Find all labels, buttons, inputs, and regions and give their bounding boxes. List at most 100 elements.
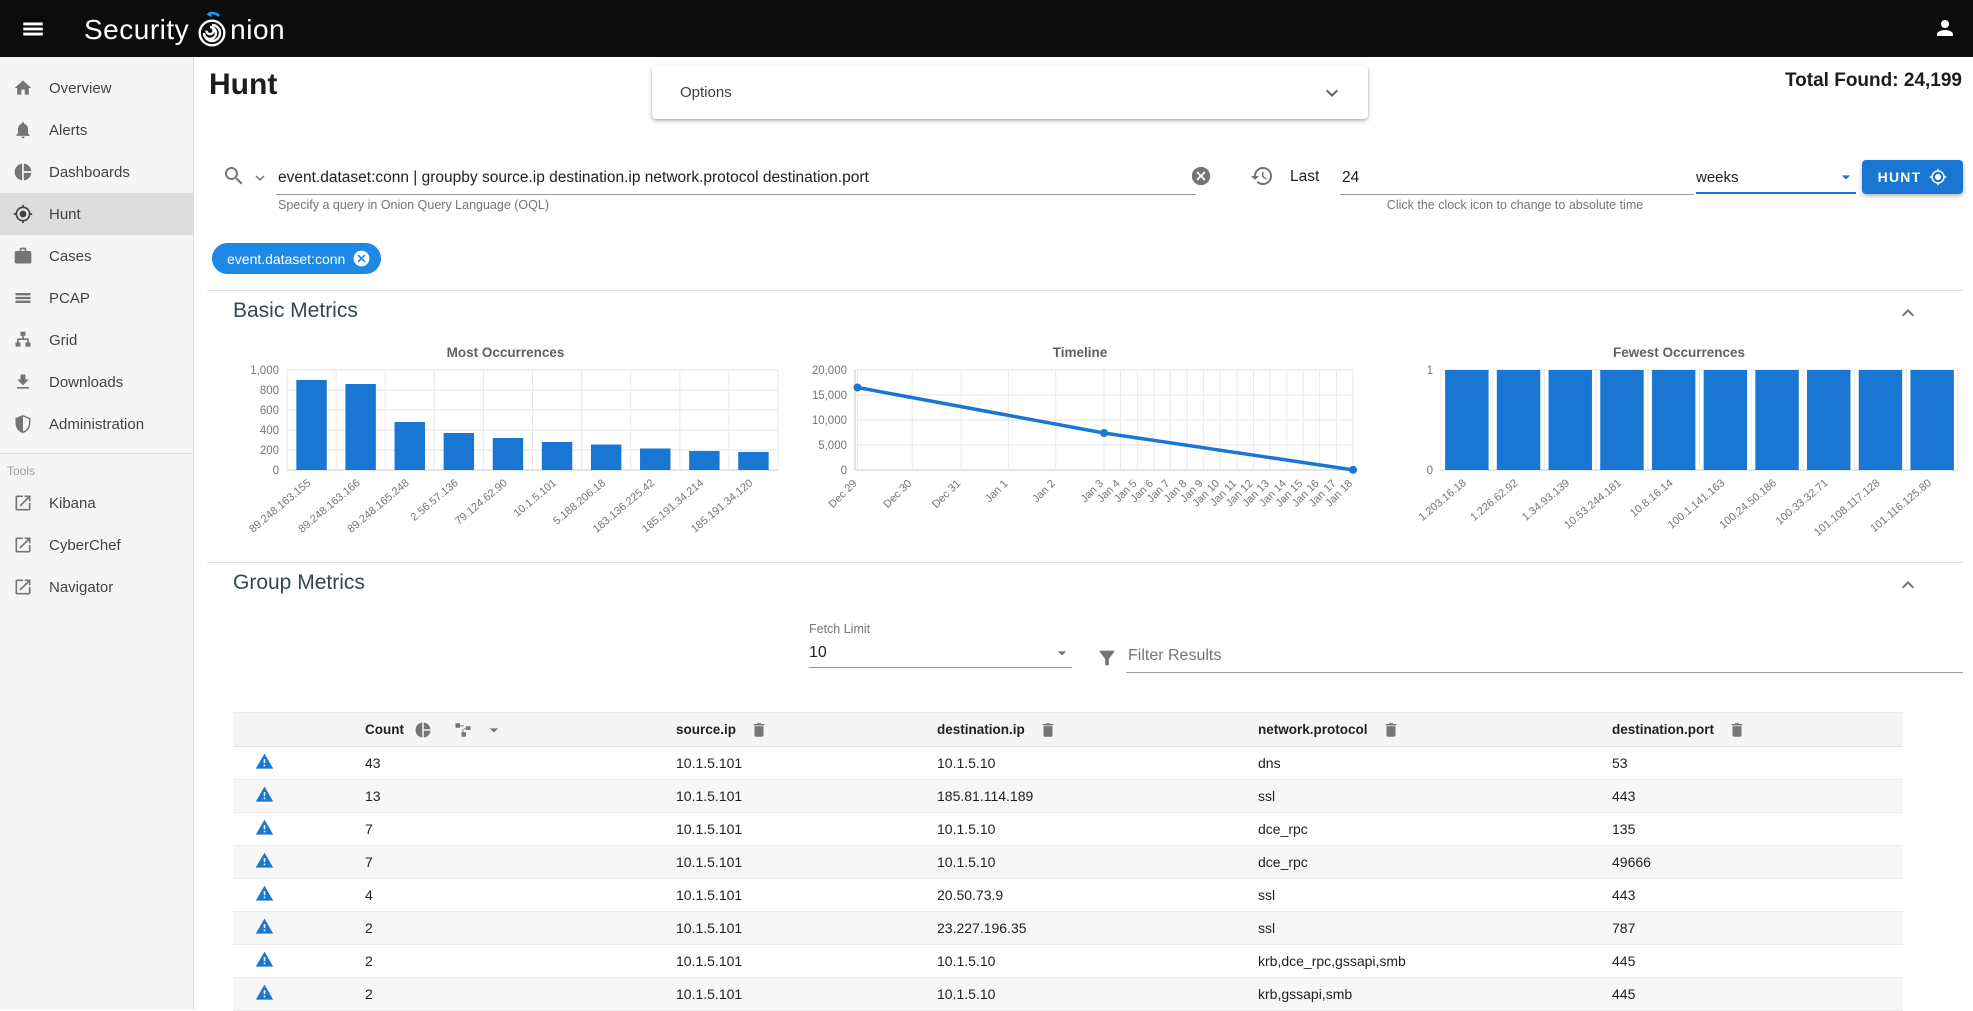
fewest-occurrences-chart[interactable]: Fewest Occurrences011.203.16.181.226.62.…	[1395, 337, 1963, 572]
time-amount-input[interactable]	[1340, 162, 1694, 195]
basic-metrics-collapse-icon[interactable]	[1896, 301, 1920, 325]
cell-network-protocol[interactable]: dce_rpc	[1258, 821, 1612, 837]
most-occurrences-chart[interactable]: Most Occurrences02004006008001,00089.248…	[233, 337, 778, 572]
time-unit-select[interactable]: weeks	[1696, 162, 1856, 194]
cell-destination-ip[interactable]: 23.227.196.35	[937, 920, 1258, 936]
cell-network-protocol[interactable]: krb,dce_rpc,gssapi,smb	[1258, 953, 1612, 969]
cell-destination-ip[interactable]: 20.50.73.9	[937, 887, 1258, 903]
cell-destination-ip[interactable]: 185.81.114.189	[937, 788, 1258, 804]
cell-network-protocol[interactable]: ssl	[1258, 920, 1612, 936]
cell-network-protocol[interactable]: ssl	[1258, 788, 1612, 804]
column-header-destination-ip[interactable]: destination.ip	[937, 722, 1025, 737]
timeline-chart[interactable]: Timeline05,00010,00015,00020,000Dec 29De…	[800, 337, 1360, 572]
cell-count[interactable]: 43	[365, 755, 676, 771]
cell-destination-ip[interactable]: 10.1.5.10	[937, 953, 1258, 969]
svg-text:10.1.5.101: 10.1.5.101	[511, 477, 559, 520]
cell-source-ip[interactable]: 10.1.5.101	[676, 821, 937, 837]
chip-close-icon[interactable]	[352, 249, 371, 268]
chart-options-caret-icon[interactable]	[484, 720, 504, 740]
warning-triangle-icon[interactable]	[255, 752, 274, 771]
warning-triangle-icon[interactable]	[255, 917, 274, 936]
cell-destination-port[interactable]: 135	[1612, 821, 1903, 837]
cell-count[interactable]: 13	[365, 788, 676, 804]
cell-source-ip[interactable]: 10.1.5.101	[676, 755, 937, 771]
svg-text:1.34.93.139: 1.34.93.139	[1520, 477, 1572, 524]
cell-destination-port[interactable]: 445	[1612, 986, 1903, 1002]
column-header-count[interactable]: Count	[365, 722, 404, 737]
select-caret-icon	[1052, 643, 1072, 663]
query-history-caret-icon[interactable]	[251, 169, 269, 187]
cell-network-protocol[interactable]: dce_rpc	[1258, 854, 1612, 870]
trash-icon[interactable]	[1039, 721, 1057, 739]
cell-destination-ip[interactable]: 10.1.5.10	[937, 986, 1258, 1002]
query-input[interactable]	[276, 162, 1196, 195]
warning-triangle-icon[interactable]	[255, 818, 274, 837]
cell-count[interactable]: 7	[365, 854, 676, 870]
filter-chip[interactable]: event.dataset:conn	[212, 243, 381, 274]
cell-destination-port[interactable]: 53	[1612, 755, 1903, 771]
warning-triangle-icon[interactable]	[255, 884, 274, 903]
search-icon[interactable]	[222, 164, 246, 188]
column-header-source-ip[interactable]: source.ip	[676, 722, 736, 737]
filter-results-input[interactable]	[1126, 640, 1963, 673]
cell-source-ip[interactable]: 10.1.5.101	[676, 953, 937, 969]
svg-text:1.226.62.92: 1.226.62.92	[1468, 477, 1520, 524]
clear-query-icon[interactable]	[1190, 165, 1212, 187]
cell-destination-port[interactable]: 443	[1612, 788, 1903, 804]
chevron-down-icon[interactable]	[1320, 81, 1344, 105]
hamburger-menu-icon[interactable]	[20, 16, 46, 40]
sidebar-item-pcap[interactable]: PCAP	[0, 277, 193, 319]
column-header-network-protocol[interactable]: network.protocol	[1258, 722, 1368, 737]
sidebar-item-overview[interactable]: Overview	[0, 67, 193, 109]
group-metrics-collapse-icon[interactable]	[1896, 573, 1920, 597]
cell-destination-ip[interactable]: 10.1.5.10	[937, 755, 1258, 771]
user-account-icon[interactable]	[1933, 16, 1957, 40]
fetch-limit-value: 10	[809, 644, 827, 662]
cell-count[interactable]: 2	[365, 953, 676, 969]
cell-network-protocol[interactable]: dns	[1258, 755, 1612, 771]
cell-source-ip[interactable]: 10.1.5.101	[676, 920, 937, 936]
cell-source-ip[interactable]: 10.1.5.101	[676, 788, 937, 804]
cell-source-ip[interactable]: 10.1.5.101	[676, 986, 937, 1002]
cell-destination-port[interactable]: 787	[1612, 920, 1903, 936]
cell-network-protocol[interactable]: krb,gssapi,smb	[1258, 986, 1612, 1002]
sidebar-item-grid[interactable]: Grid	[0, 319, 193, 361]
trash-icon[interactable]	[1728, 721, 1746, 739]
cell-source-ip[interactable]: 10.1.5.101	[676, 854, 937, 870]
sidebar-item-downloads[interactable]: Downloads	[0, 361, 193, 403]
cell-destination-port[interactable]: 445	[1612, 953, 1903, 969]
column-header-destination-port[interactable]: destination.port	[1612, 722, 1714, 737]
cell-source-ip[interactable]: 10.1.5.101	[676, 887, 937, 903]
cell-count[interactable]: 2	[365, 920, 676, 936]
fetch-limit-select[interactable]: Fetch Limit 10	[809, 622, 1072, 668]
cell-destination-port[interactable]: 49666	[1612, 854, 1903, 870]
pie-chart-toggle-icon[interactable]	[414, 721, 432, 739]
cell-destination-ip[interactable]: 10.1.5.10	[937, 854, 1258, 870]
warning-triangle-icon[interactable]	[255, 851, 274, 870]
warning-triangle-icon[interactable]	[255, 785, 274, 804]
options-panel[interactable]: Options	[652, 66, 1368, 119]
sidebar-item-navigator[interactable]: Navigator	[0, 566, 193, 608]
warning-triangle-icon[interactable]	[255, 950, 274, 969]
sidebar-item-cases[interactable]: Cases	[0, 235, 193, 277]
select-caret-icon	[1836, 167, 1856, 187]
svg-text:400: 400	[260, 425, 279, 437]
relative-time-clock-icon[interactable]	[1250, 164, 1274, 188]
sankey-diagram-icon[interactable]	[454, 721, 472, 739]
sidebar-item-hunt[interactable]: Hunt	[0, 193, 193, 235]
sidebar-item-cyberchef[interactable]: CyberChef	[0, 524, 193, 566]
sidebar-item-kibana[interactable]: Kibana	[0, 482, 193, 524]
sidebar-item-administration[interactable]: Administration	[0, 403, 193, 445]
cell-destination-port[interactable]: 443	[1612, 887, 1903, 903]
cell-destination-ip[interactable]: 10.1.5.10	[937, 821, 1258, 837]
sidebar-item-alerts[interactable]: Alerts	[0, 109, 193, 151]
cell-count[interactable]: 7	[365, 821, 676, 837]
cell-count[interactable]: 4	[365, 887, 676, 903]
trash-icon[interactable]	[1382, 721, 1400, 739]
warning-triangle-icon[interactable]	[255, 983, 274, 1002]
hunt-button[interactable]: HUNT	[1862, 160, 1963, 194]
trash-icon[interactable]	[750, 721, 768, 739]
sidebar-item-dashboards[interactable]: Dashboards	[0, 151, 193, 193]
cell-network-protocol[interactable]: ssl	[1258, 887, 1612, 903]
cell-count[interactable]: 2	[365, 986, 676, 1002]
